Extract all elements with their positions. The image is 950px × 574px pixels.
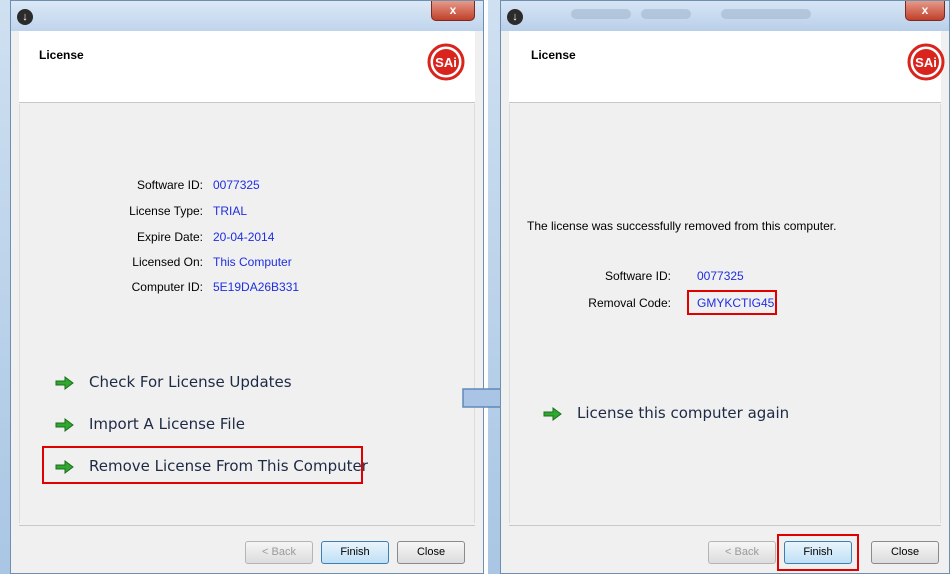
close-window-button[interactable]: x <box>431 1 475 21</box>
info-row-software-id: Software ID: 0077325 <box>11 178 485 194</box>
info-label: Software ID: <box>136 178 203 192</box>
info-value: TRIAL <box>213 204 248 218</box>
action-label: Import A License File <box>89 415 245 433</box>
import-license-file-link[interactable]: Import A License File <box>55 415 245 435</box>
back-button[interactable]: < Back <box>708 541 776 564</box>
info-label: Software ID: <box>604 269 671 283</box>
blurred-title <box>641 9 691 19</box>
green-arrow-icon <box>543 406 562 421</box>
info-value: 0077325 <box>213 178 260 192</box>
license-dialog-after: ↓ x License SAi The license was successf… <box>500 0 950 574</box>
info-row-software-id: Software ID: 0077325 <box>501 269 950 285</box>
download-icon: ↓ <box>17 9 33 25</box>
finish-button[interactable]: Finish <box>321 541 389 564</box>
sai-logo: SAi <box>907 43 945 81</box>
info-value: 5E19DA26B331 <box>213 280 300 294</box>
download-icon: ↓ <box>507 9 523 25</box>
action-label: Check For License Updates <box>89 373 292 391</box>
info-value: This Computer <box>213 255 292 269</box>
logo-text: SAi <box>435 55 457 70</box>
license-dialog-before: ↓ x License SAi Software ID: 0077325 Lic… <box>10 0 484 574</box>
license-computer-again-link[interactable]: License this computer again <box>543 404 789 424</box>
dialog-header: License SAi <box>509 31 945 103</box>
dialog-header: License SAi <box>19 31 475 103</box>
info-row-licensed-on: Licensed On: This Computer <box>11 255 485 271</box>
green-arrow-icon <box>55 417 74 432</box>
page-title: License <box>39 48 84 62</box>
green-arrow-icon <box>55 375 74 390</box>
check-license-updates-link[interactable]: Check For License Updates <box>55 373 292 393</box>
close-button[interactable]: Close <box>871 541 939 564</box>
info-row-license-type: License Type: TRIAL <box>11 204 485 220</box>
back-button[interactable]: < Back <box>245 541 313 564</box>
info-label: Expire Date: <box>136 230 203 244</box>
highlight-box <box>42 446 363 484</box>
title-bar[interactable]: ↓ x <box>11 1 483 31</box>
info-label: License Type: <box>129 204 203 218</box>
footer-divider <box>19 525 475 526</box>
footer-divider <box>509 525 941 526</box>
blurred-title <box>721 9 811 19</box>
close-button[interactable]: Close <box>397 541 465 564</box>
info-row-expire-date: Expire Date: 20-04-2014 <box>11 230 485 246</box>
info-label: Computer ID: <box>131 280 203 294</box>
background-window-edge <box>488 0 500 574</box>
sai-logo: SAi <box>427 43 465 81</box>
highlight-box <box>687 290 777 315</box>
page-title: License <box>531 48 576 62</box>
info-label: Removal Code: <box>588 296 671 310</box>
info-row-computer-id: Computer ID: 5E19DA26B331 <box>11 280 485 296</box>
logo-text: SAi <box>915 55 937 70</box>
close-window-button[interactable]: x <box>905 1 945 21</box>
blurred-title <box>571 9 631 19</box>
info-value: 0077325 <box>697 269 744 283</box>
title-bar[interactable]: ↓ x <box>501 1 949 31</box>
action-label: License this computer again <box>577 404 790 422</box>
info-value: 20-04-2014 <box>213 230 275 244</box>
info-label: Licensed On: <box>132 255 203 269</box>
highlight-box <box>777 534 859 571</box>
status-message: The license was successfully removed fro… <box>527 219 837 233</box>
